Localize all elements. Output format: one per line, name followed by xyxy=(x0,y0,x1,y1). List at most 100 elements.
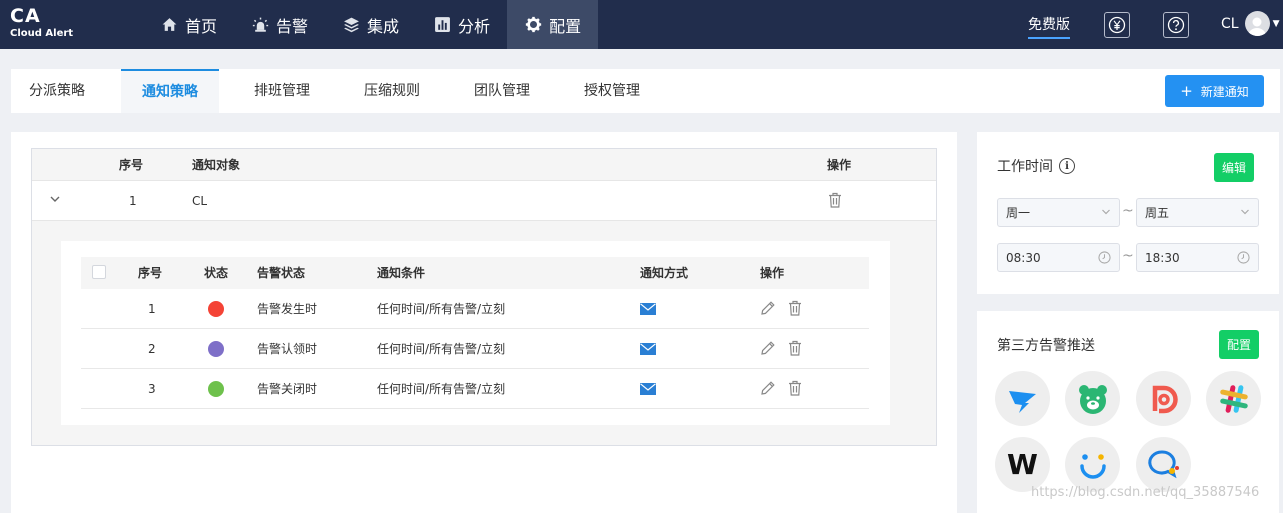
plus-icon: + xyxy=(1180,82,1193,100)
trash-icon[interactable] xyxy=(788,340,802,358)
chevron-down-icon xyxy=(1241,209,1249,215)
layers-icon xyxy=(342,16,360,34)
clock-icon xyxy=(1237,251,1250,264)
row-index: 1 xyxy=(129,194,137,208)
time-value: 08:30 xyxy=(1006,250,1041,265)
app-logo[interactable]: CA Cloud Alert xyxy=(10,7,73,39)
config-button[interactable]: 配置 xyxy=(1219,330,1259,359)
work-time-title: 工作时间 i xyxy=(997,156,1075,176)
time-to-input[interactable]: 18:30 xyxy=(1136,243,1259,272)
plan-link[interactable]: 免费版 xyxy=(1028,14,1070,39)
nav-item-config[interactable]: 配置 xyxy=(507,0,599,49)
panel-title: 工作时间 xyxy=(997,159,1053,175)
nav-label: 分析 xyxy=(458,16,491,36)
tab-schedule[interactable]: 排班管理 xyxy=(241,69,323,113)
nav-label: 首页 xyxy=(185,16,218,36)
status-dot xyxy=(208,301,224,317)
header-index: 序号 xyxy=(119,158,144,172)
smile-icon[interactable] xyxy=(1065,437,1120,492)
edit-icon[interactable] xyxy=(760,340,776,358)
email-icon xyxy=(640,343,656,357)
table-row[interactable]: 1 CL xyxy=(32,181,936,221)
w-logo-icon[interactable]: W xyxy=(995,437,1050,492)
third-party-panel: 第三方告警推送 配置 W xyxy=(977,311,1279,513)
trash-icon[interactable] xyxy=(828,192,842,210)
table-row[interactable]: 3 告警关闭时 任何时间/所有告警/立刻 xyxy=(81,369,869,409)
help-icon[interactable] xyxy=(1163,12,1189,38)
edit-icon[interactable] xyxy=(760,300,776,318)
header-condition: 通知条件 xyxy=(377,266,426,280)
select-value: 周一 xyxy=(1006,206,1031,220)
user-name: CL xyxy=(1221,15,1239,32)
work-time-panel: 工作时间 i 编辑 周一 ~ 周五 08:30 ~ 18:30 xyxy=(977,132,1279,294)
tabs-bar: 分派策略 通知策略 排班管理 压缩规则 团队管理 授权管理 + 新建通知 xyxy=(11,69,1280,113)
yen-icon[interactable] xyxy=(1104,12,1130,38)
row-index: 3 xyxy=(148,382,156,396)
tab-team[interactable]: 团队管理 xyxy=(461,69,543,113)
table-row[interactable]: 2 告警认领时 任何时间/所有告警/立刻 xyxy=(81,329,869,369)
tab-compress-rules[interactable]: 压缩规则 xyxy=(351,69,433,113)
row-alert-state: 告警发生时 xyxy=(257,302,318,316)
new-notification-button[interactable]: + 新建通知 xyxy=(1165,75,1264,107)
row-condition: 任何时间/所有告警/立刻 xyxy=(377,342,506,356)
alarm-icon xyxy=(251,16,269,34)
edit-button[interactable]: 编辑 xyxy=(1214,153,1254,182)
time-from-input[interactable]: 08:30 xyxy=(997,243,1120,272)
tab-authorization[interactable]: 授权管理 xyxy=(571,69,653,113)
row-alert-state: 告警认领时 xyxy=(257,342,318,356)
chat-bubble-icon[interactable] xyxy=(1136,437,1191,492)
rules-table-header: 序号 状态 告警状态 通知条件 通知方式 操作 xyxy=(81,257,869,289)
header-action: 操作 xyxy=(760,266,785,280)
tab-dispatch-policy[interactable]: 分派策略 xyxy=(11,69,103,113)
nav-item-home[interactable]: 首页 xyxy=(143,0,234,49)
watermark-text: https://blog.csdn.net/qq_35887546 xyxy=(1031,485,1260,500)
info-icon[interactable]: i xyxy=(1059,158,1075,174)
dingtalk-icon[interactable] xyxy=(995,371,1050,426)
day-from-select[interactable]: 周一 xyxy=(997,198,1120,227)
table-row[interactable]: 1 告警发生时 任何时间/所有告警/立刻 xyxy=(81,289,869,329)
row-alert-state: 告警关闭时 xyxy=(257,382,318,396)
gear-icon xyxy=(524,16,542,34)
chevron-down-icon[interactable] xyxy=(49,194,61,206)
avatar xyxy=(1244,11,1270,36)
home-icon xyxy=(160,16,178,34)
chevron-down-icon xyxy=(1102,209,1110,215)
third-party-title: 第三方告警推送 xyxy=(997,338,1095,354)
range-separator: ~ xyxy=(1122,248,1134,264)
trash-icon[interactable] xyxy=(788,300,802,318)
header-alert-state: 告警状态 xyxy=(257,266,306,280)
logo-subtitle: Cloud Alert xyxy=(10,28,74,39)
email-icon xyxy=(640,383,656,397)
row-index: 2 xyxy=(148,342,156,356)
red-d-icon[interactable] xyxy=(1136,371,1191,426)
row-condition: 任何时间/所有告警/立刻 xyxy=(377,302,506,316)
nav-item-analysis[interactable]: 分析 xyxy=(416,0,507,49)
tab-notify-policy[interactable]: 通知策略 xyxy=(121,69,219,113)
range-separator: ~ xyxy=(1122,203,1134,219)
nav-item-alarm[interactable]: 告警 xyxy=(234,0,325,49)
status-dot xyxy=(208,341,224,357)
select-all-checkbox[interactable] xyxy=(92,265,106,279)
user-menu[interactable]: CL ▼ xyxy=(1221,11,1280,36)
edit-icon[interactable] xyxy=(760,380,776,398)
header-target: 通知对象 xyxy=(192,158,241,172)
header-status: 状态 xyxy=(204,266,229,280)
nav-label: 集成 xyxy=(367,16,400,36)
time-value: 18:30 xyxy=(1145,250,1180,265)
bear-icon[interactable] xyxy=(1065,371,1120,426)
logo-text: CA xyxy=(10,5,41,27)
nav-item-integration[interactable]: 集成 xyxy=(325,0,416,49)
policy-table: 序号 通知对象 操作 1 CL 序号 状态 告警状态 通知条件 通知方式 操作 xyxy=(31,148,937,446)
rules-panel: 序号 状态 告警状态 通知条件 通知方式 操作 1 告警发生时 任何时间/所有告… xyxy=(61,241,890,425)
chart-icon xyxy=(433,16,451,34)
header-method: 通知方式 xyxy=(640,266,689,280)
trash-icon[interactable] xyxy=(788,380,802,398)
day-to-select[interactable]: 周五 xyxy=(1136,198,1259,227)
slack-icon[interactable] xyxy=(1206,371,1261,426)
button-label: 新建通知 xyxy=(1200,84,1249,99)
main-nav: 首页 告警 集成 分析 配置 xyxy=(143,0,599,49)
header-action: 操作 xyxy=(827,158,852,172)
row-index: 1 xyxy=(148,302,156,316)
chevron-down-icon: ▼ xyxy=(1272,18,1280,29)
w-logo-text: W xyxy=(1007,448,1038,481)
